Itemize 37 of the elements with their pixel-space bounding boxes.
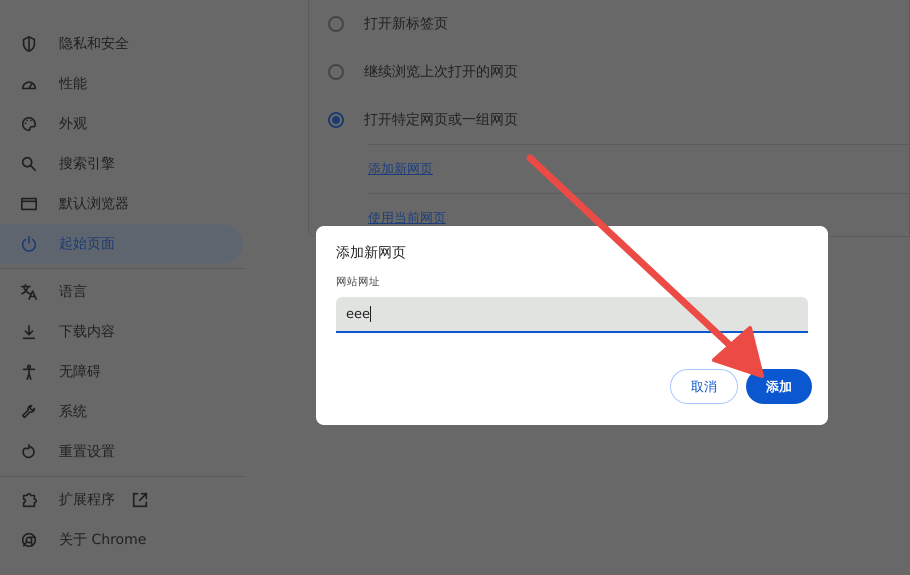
field-label: 网站网址 [336, 275, 381, 290]
link[interactable]: 添加新网页 [368, 160, 433, 178]
sidebar-item[interactable]: 语言 [0, 272, 243, 312]
cancel-button[interactable]: 取消 [670, 369, 738, 404]
menu-item-icon [20, 403, 38, 421]
menu-item-icon [20, 235, 38, 253]
sidebar-item[interactable]: 起始页面 [0, 224, 243, 264]
option-label: 打开新标签页 [364, 15, 448, 33]
menu-item-icon [20, 283, 38, 301]
option-label: 打开特定网页或一组网页 [364, 111, 518, 129]
sidebar-item[interactable]: 外观 [0, 104, 243, 144]
input-field[interactable]: eee [336, 297, 808, 333]
radio-button[interactable] [328, 64, 344, 80]
sidebar-item[interactable]: 性能 [0, 64, 243, 104]
menu-item-icon [20, 195, 38, 213]
sidebar-item[interactable]: 无障碍 [0, 352, 243, 392]
sidebar-item[interactable]: 隐私和安全 [0, 24, 243, 64]
menu-item-icon [20, 155, 38, 173]
sidebar-item[interactable]: 重置设置 [0, 432, 243, 472]
menu-item-icon [20, 531, 38, 549]
add-button[interactable]: 添加 [746, 369, 812, 404]
sidebar-item[interactable]: 扩展程序 [0, 480, 243, 520]
sidebar-item[interactable]: 搜索引擎 [0, 144, 243, 184]
menu-item-icon [20, 491, 38, 509]
sidebar-item[interactable]: 下载内容 [0, 312, 243, 352]
menu-item-icon [20, 115, 38, 133]
dialog-title: 添加新网页 [336, 244, 407, 263]
radio-button[interactable] [328, 16, 344, 32]
menu-item-icon [20, 363, 38, 381]
sidebar-item[interactable]: 系统 [0, 392, 243, 432]
sidebar-item[interactable]: 关于 Chrome [0, 520, 243, 560]
menu-item-icon [20, 323, 38, 341]
radio-button[interactable] [328, 112, 344, 128]
link[interactable]: 使用当前网页 [368, 209, 446, 227]
menu-item-icon [20, 35, 38, 53]
sidebar-item[interactable]: 默认浏览器 [0, 184, 243, 224]
option-label: 继续浏览上次打开的网页 [364, 63, 518, 81]
